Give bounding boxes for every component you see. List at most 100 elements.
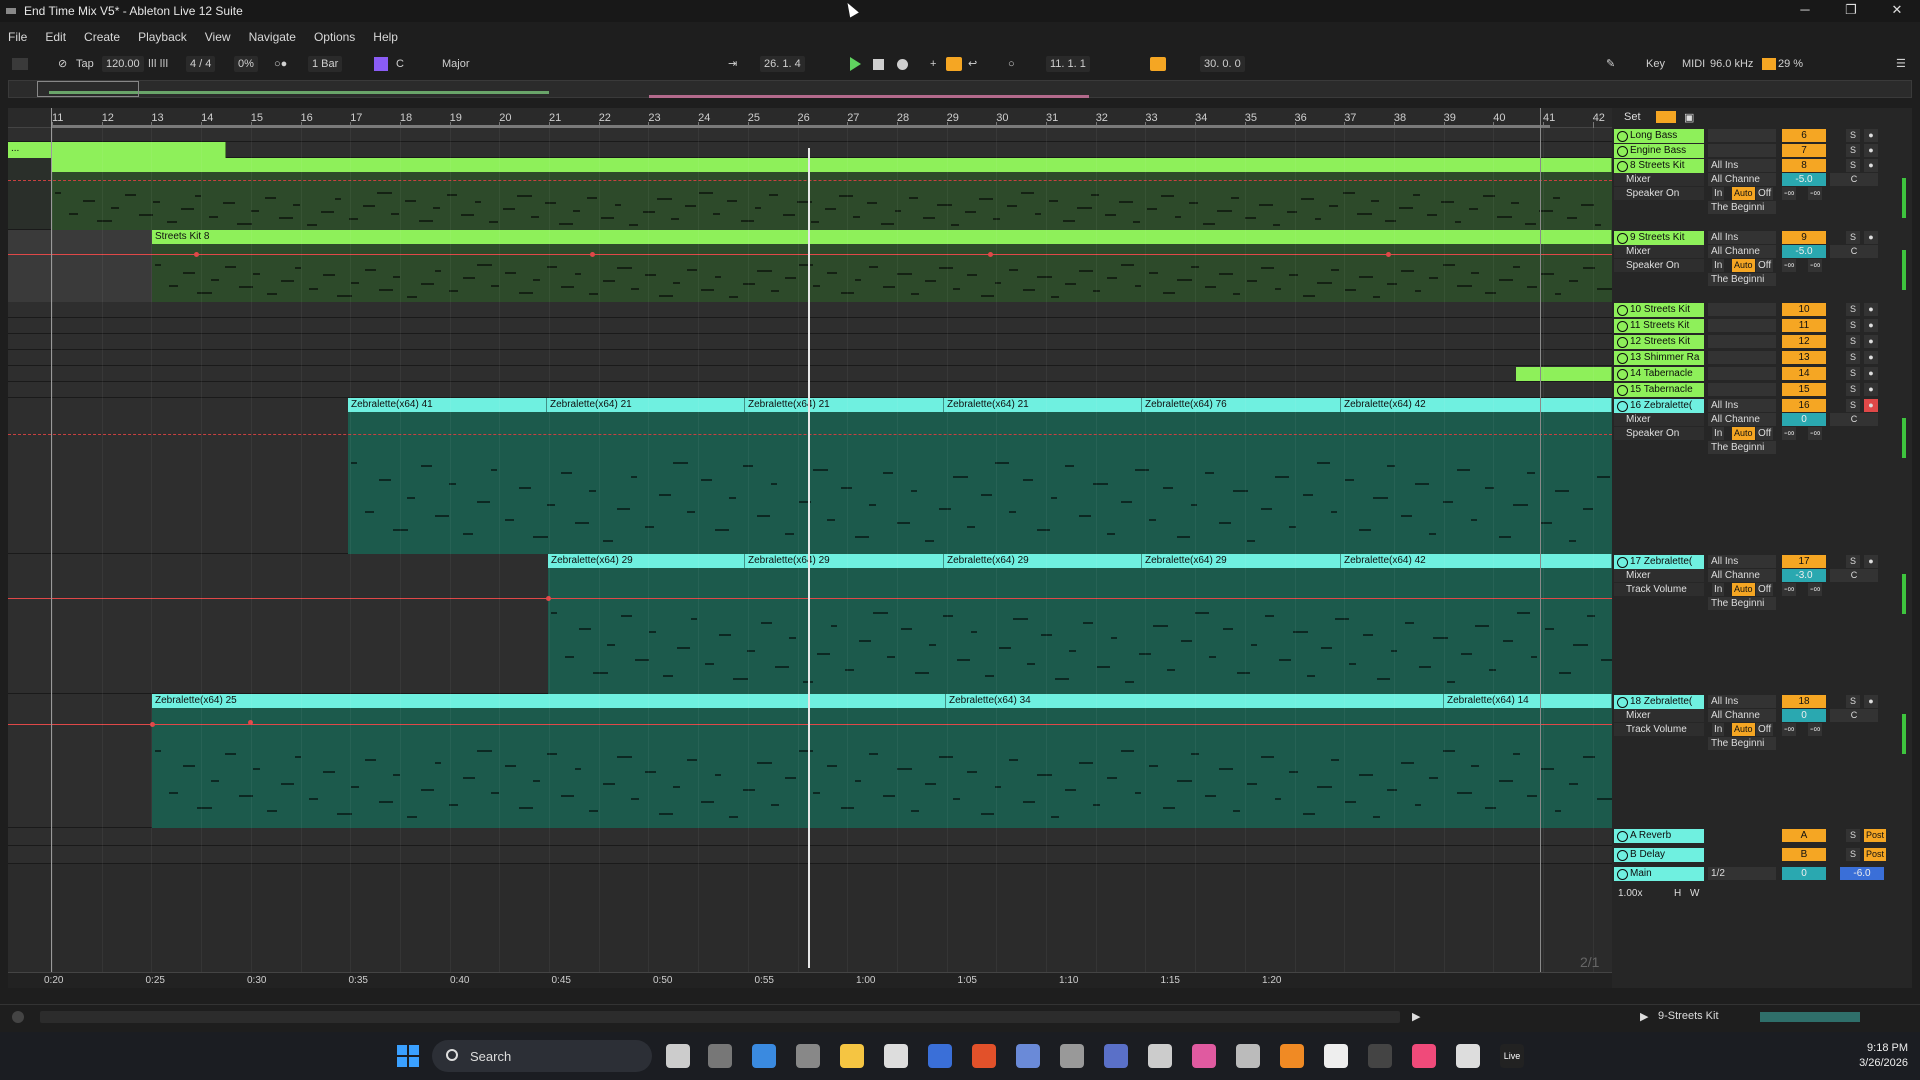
track-name[interactable]: 11 Streets Kit bbox=[1614, 319, 1704, 333]
track-name[interactable]: 15 Tabernacle bbox=[1614, 383, 1704, 397]
peak-level-readout[interactable]: -∞ bbox=[1782, 259, 1797, 272]
menu-navigate[interactable]: Navigate bbox=[249, 30, 296, 44]
clip-title[interactable]: Zebralette(x64) 29 bbox=[1142, 554, 1341, 568]
automation-parameter-chooser[interactable]: Track Volume bbox=[1614, 723, 1704, 736]
track-name[interactable]: 18 Zebralette( bbox=[1614, 695, 1704, 709]
clip-title[interactable]: Zebralette(x64) 76 bbox=[1142, 398, 1341, 412]
vscode-icon[interactable] bbox=[928, 1044, 952, 1068]
solo-button[interactable]: S bbox=[1846, 335, 1860, 348]
app-icon[interactable] bbox=[1324, 1044, 1348, 1068]
monitor-off-button[interactable]: Off bbox=[1756, 259, 1774, 272]
track-activator-button[interactable]: 17 bbox=[1782, 555, 1826, 568]
solo-button[interactable]: S bbox=[1846, 829, 1860, 842]
ableton-live-icon[interactable]: Live bbox=[1500, 1044, 1524, 1068]
track-name[interactable]: 16 Zebralette( bbox=[1614, 399, 1704, 413]
return-track-name[interactable]: A Reverb bbox=[1614, 829, 1704, 843]
peak-level-readout[interactable]: -∞ bbox=[1808, 583, 1823, 596]
steam-icon[interactable] bbox=[1368, 1044, 1392, 1068]
return-track-name[interactable]: Main bbox=[1614, 867, 1704, 881]
input-type-dropdown[interactable]: All Ins bbox=[1708, 159, 1776, 172]
brave-icon[interactable] bbox=[972, 1044, 996, 1068]
monitor-in-button[interactable]: In bbox=[1712, 723, 1725, 736]
overdub-icon[interactable]: + bbox=[930, 56, 936, 72]
monitor-in-button[interactable]: In bbox=[1712, 583, 1725, 596]
pan-field[interactable]: C bbox=[1830, 245, 1878, 258]
tap-button[interactable]: Tap bbox=[76, 56, 94, 72]
clip-title[interactable]: Zebralette(x64) 29 bbox=[944, 554, 1142, 568]
peak-level-readout[interactable]: -∞ bbox=[1782, 187, 1797, 200]
pan-field[interactable]: C bbox=[1830, 413, 1878, 426]
input-type-dropdown[interactable] bbox=[1708, 367, 1776, 380]
track-activator-button[interactable]: 12 bbox=[1782, 335, 1826, 348]
track-lane-9-streets-kit[interactable]: Streets Kit 8 bbox=[8, 230, 1612, 302]
solo-button[interactable]: S bbox=[1846, 231, 1860, 244]
gear-icon[interactable] bbox=[796, 1044, 820, 1068]
monitor-off-button[interactable]: Off bbox=[1756, 723, 1774, 736]
device-preview-icon[interactable] bbox=[1760, 1012, 1860, 1022]
windows-start-icon[interactable] bbox=[397, 1045, 419, 1067]
record-arm-icon[interactable]: ● bbox=[1864, 335, 1878, 348]
track-name[interactable]: Engine Bass bbox=[1614, 144, 1704, 158]
clip-title[interactable]: Zebralette(x64) 29 bbox=[548, 554, 745, 568]
main-output-routing[interactable]: 1/2 bbox=[1708, 867, 1776, 880]
track-lane-8-streets-kit[interactable] bbox=[8, 158, 1612, 230]
solo-button[interactable]: S bbox=[1846, 159, 1860, 172]
track-activator-button[interactable]: 6 bbox=[1782, 129, 1826, 142]
track-lane-17-zebralette[interactable]: Zebralette(x64) 29 Zebralette(x64) 29 Ze… bbox=[8, 554, 1612, 694]
automation-parameter-chooser[interactable]: Speaker On bbox=[1614, 427, 1704, 440]
automation-parameter-chooser[interactable]: Track Volume bbox=[1614, 583, 1704, 596]
width-toggle-button[interactable]: W bbox=[1690, 888, 1699, 899]
monitor-auto-button[interactable]: Auto bbox=[1732, 259, 1755, 272]
track-name[interactable]: Long Bass bbox=[1614, 129, 1704, 143]
record-arm-icon[interactable]: ● bbox=[1864, 555, 1878, 568]
follow-icon[interactable]: ○● bbox=[274, 56, 287, 72]
app-icon[interactable] bbox=[1192, 1044, 1216, 1068]
record-arm-icon[interactable]: ● bbox=[1864, 399, 1878, 412]
track-activator-button[interactable]: 16 bbox=[1782, 399, 1826, 412]
input-channel-dropdown[interactable]: All Channe bbox=[1708, 173, 1776, 186]
clip-title[interactable]: Zebralette(x64) 29 bbox=[745, 554, 944, 568]
automation-arm-icon[interactable] bbox=[946, 57, 962, 71]
input-type-dropdown[interactable]: All Ins bbox=[1708, 231, 1776, 244]
play-icon[interactable] bbox=[850, 57, 861, 71]
solo-button[interactable]: S bbox=[1846, 555, 1860, 568]
track-activator-button[interactable]: 15 bbox=[1782, 383, 1826, 396]
menu-edit[interactable]: Edit bbox=[45, 30, 66, 44]
minimize-button[interactable]: ─ bbox=[1782, 0, 1828, 22]
notepad-icon[interactable] bbox=[884, 1044, 908, 1068]
tempo-field[interactable]: 120.00 bbox=[102, 56, 144, 72]
record-arm-icon[interactable]: ● bbox=[1864, 351, 1878, 364]
device-chooser[interactable]: Mixer bbox=[1614, 245, 1704, 258]
pan-field[interactable]: C bbox=[1830, 709, 1878, 722]
input-type-dropdown[interactable] bbox=[1708, 319, 1776, 332]
track-volume-field[interactable]: 0 bbox=[1782, 709, 1826, 722]
input-type-dropdown[interactable] bbox=[1708, 144, 1776, 157]
track-lane-16-zebralette[interactable]: Zebralette(x64) 41 Zebralette(x64) 21 Ze… bbox=[8, 398, 1612, 554]
peak-level-readout[interactable]: -∞ bbox=[1808, 259, 1823, 272]
menu-view[interactable]: View bbox=[205, 30, 231, 44]
clip[interactable] bbox=[52, 158, 1612, 172]
track-lane-engine-bass[interactable]: ... bbox=[8, 142, 1612, 158]
monitor-auto-button[interactable]: Auto bbox=[1732, 723, 1755, 736]
input-type-dropdown[interactable] bbox=[1708, 335, 1776, 348]
solo-button[interactable]: S bbox=[1846, 129, 1860, 142]
pre-post-button[interactable]: Post bbox=[1864, 829, 1887, 842]
key-map-button[interactable]: Key bbox=[1646, 56, 1665, 72]
clip-body[interactable] bbox=[548, 568, 1612, 694]
record-arm-icon[interactable]: ● bbox=[1864, 303, 1878, 316]
device-chooser[interactable]: Mixer bbox=[1614, 569, 1704, 582]
automation-line[interactable] bbox=[8, 598, 1612, 599]
track-name[interactable]: 14 Tabernacle bbox=[1614, 367, 1704, 381]
follow-arrow-icon[interactable]: ⇥ bbox=[728, 56, 737, 72]
automation-point[interactable] bbox=[1386, 252, 1391, 257]
return-activator-button[interactable]: A bbox=[1782, 829, 1826, 842]
record-arm-icon[interactable]: ● bbox=[1864, 231, 1878, 244]
link-icon[interactable] bbox=[12, 58, 28, 70]
zoom-factor-label[interactable]: 1.00x bbox=[1618, 888, 1642, 899]
app-icon[interactable] bbox=[752, 1044, 776, 1068]
input-channel-dropdown[interactable]: All Channe bbox=[1708, 709, 1776, 722]
device-chooser[interactable]: Mixer bbox=[1614, 173, 1704, 186]
menu-options[interactable]: Options bbox=[314, 30, 355, 44]
track-name[interactable]: 8 Streets Kit bbox=[1614, 159, 1704, 173]
arrangement-overview[interactable] bbox=[8, 80, 1912, 98]
